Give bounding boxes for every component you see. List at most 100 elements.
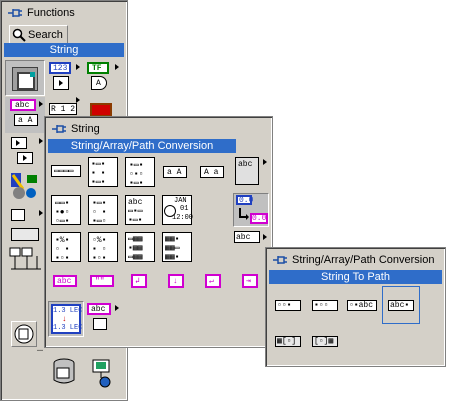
string-doc-icon <box>93 318 107 330</box>
search-button[interactable]: Search <box>9 25 68 44</box>
concatenate-icon: ▪▭▪ ▪ ▪ ▪▭▪ <box>88 157 118 187</box>
submenu-arrow-icon <box>263 159 267 165</box>
category-cell-database[interactable] <box>51 358 81 388</box>
magnifier-icon <box>12 28 26 42</box>
line-feed-item[interactable]: ↓ <box>159 269 195 295</box>
submenu-arrow-icon <box>115 305 119 311</box>
to-lower-case-item[interactable]: a A <box>159 155 195 189</box>
string-constant-group-item[interactable]: abc <box>233 155 269 191</box>
submenu-arrow-icon <box>263 234 267 240</box>
pin-icon[interactable] <box>51 122 67 136</box>
path-to-refnum-icon: [▫]▦ <box>312 336 338 347</box>
path-conversion-icon: abc <box>234 231 260 243</box>
category-cell-string[interactable]: abc a A <box>5 97 45 133</box>
search-replace-icon: ▪▭▪ ▫ ▪ ▪▭▫ <box>88 195 118 226</box>
replace-substring-icon: ▭▭▪ ▪●▫ ▫▭▪ <box>51 195 81 226</box>
match-pattern-item[interactable]: ▫%▪ ▪ ▫ ▪▫▪ <box>85 230 121 266</box>
conversion-section-bar: String To Path <box>269 270 442 284</box>
path-conversion-item[interactable]: abc <box>233 230 269 246</box>
line-feed-icon: ↓ <box>168 274 184 288</box>
number-conversion-icon: 0.0 <box>236 195 253 205</box>
conversion-title-bar[interactable]: String/Array/Path Conversion <box>269 251 442 269</box>
additional-string-functions-item[interactable]: abc <box>85 301 121 337</box>
spreadsheet-to-array-item[interactable]: ▭▦▦ ▪▦▦ ▭▦▦ <box>122 230 158 266</box>
string-title-bar[interactable]: String <box>48 120 269 138</box>
pin-icon[interactable] <box>7 6 23 20</box>
date-time-icon: JAN 01 12:00 <box>162 195 193 225</box>
string-constant-item[interactable]: abc <box>48 269 84 295</box>
category-cell-instrument-io[interactable] <box>5 245 45 275</box>
waveform-icon <box>11 228 39 241</box>
format-date-item[interactable]: abc ▭▪▭ ▪▭▪ <box>122 193 158 229</box>
scan-from-string-icon: ▪%▪ ▫ ▪ ▪▫▪ <box>51 232 81 263</box>
submenu-arrow-icon <box>76 64 80 70</box>
comparison-icon <box>11 137 27 149</box>
string-to-path-icon: ▫▫▪ <box>275 300 301 311</box>
category-cell-numeric[interactable] <box>5 60 45 96</box>
category-cell-timing[interactable] <box>5 169 45 205</box>
functions-title-bar[interactable]: Functions <box>4 4 124 22</box>
empty-string-item[interactable]: "" <box>85 269 121 295</box>
carriage-return-icon: ↲ <box>131 274 147 288</box>
case-icon: a A <box>14 114 38 126</box>
category-cell-boolean[interactable]: TF A <box>84 60 122 96</box>
spreadsheet-to-array-icon: ▭▦▦ ▪▦▦ ▭▦▦ <box>125 232 155 262</box>
search-replace-item[interactable]: ▪▭▪ ▫ ▪ ▪▭▫ <box>85 193 121 229</box>
database-icon <box>53 358 75 384</box>
string-length-item[interactable]: ▭▭▭▭ <box>48 155 84 189</box>
replace-substring-item[interactable]: ▭▭▪ ▪●▫ ▫▭▪ <box>48 193 84 229</box>
to-lower-case-icon: a A <box>163 166 187 178</box>
category-cell-numeric-const[interactable]: 123 <box>46 60 82 96</box>
submenu-arrow-icon <box>115 64 119 70</box>
string-length-icon: ▭▭▭▭ <box>51 165 81 177</box>
build-path-item[interactable]: ▫▪abc <box>345 288 381 322</box>
path-to-string-item[interactable]: ▪▫▫ <box>308 288 344 322</box>
string-subset-item[interactable]: ▪▭▪ ▫▪▫ ▪▭▪ <box>122 155 158 189</box>
string-palette: String String/Array/Path Conversion ▭▭▭▭… <box>44 116 273 348</box>
string-to-byte-array-item[interactable]: abc▪ <box>382 286 420 324</box>
select-vi-icon <box>14 324 34 344</box>
empty-string-icon: "" <box>90 275 114 287</box>
category-cell-connectivity[interactable] <box>89 358 119 390</box>
category-cell-comparison[interactable] <box>5 134 45 168</box>
and-icon: A <box>91 76 107 90</box>
more-ellipsis: … <box>37 344 44 355</box>
format-string-icon: abc ▭▪▭ ▪▭▪ <box>125 195 155 225</box>
numeric-constant-icon: 123 <box>49 62 71 74</box>
submenu-arrow-icon <box>76 97 80 103</box>
end-of-line-icon: ↵ <box>205 274 221 288</box>
string-subset-icon: ▪▭▪ ▫▪▫ ▪▭▪ <box>125 157 155 188</box>
conversion-subpalette-item[interactable]: 0.0 0.0 <box>233 193 269 227</box>
string-title: String <box>71 123 100 135</box>
scan-from-string-item[interactable]: ▪%▪ ▫ ▪ ▪▫▪ <box>48 230 84 266</box>
additional-conversion-item[interactable]: 1.3 LEC ↓ 1.3 LEC <box>48 301 84 337</box>
category-cell-waveform[interactable] <box>5 226 45 244</box>
path-to-refnum-item[interactable]: [▫]▦ <box>308 328 344 358</box>
tab-constant-item[interactable]: ⇥ <box>233 269 269 295</box>
date-time-string-item[interactable]: JAN 01 12:00 <box>159 193 195 229</box>
build-path-icon: ▫▪abc <box>347 300 377 311</box>
search-label: Search <box>28 28 63 41</box>
path-to-string-icon: ▪▫▫ <box>312 300 338 311</box>
conversion-arrow-icon <box>239 208 249 220</box>
concatenate-strings-item[interactable]: ▪▭▪ ▪ ▪ ▪▭▪ <box>85 155 121 189</box>
array-to-spreadsheet-icon: ▦▦▪ ▦▦▭ ▦▦▪ <box>162 232 192 262</box>
string-to-path-item[interactable]: ▫▫▪ <box>271 288 307 322</box>
array-to-spreadsheet-item[interactable]: ▦▦▪ ▦▦▭ ▦▦▪ <box>159 230 195 266</box>
match-pattern-icon: ▫%▪ ▪ ▫ ▪▫▪ <box>88 232 118 263</box>
conversion-title: String/Array/Path Conversion <box>292 254 435 266</box>
tab-constant-icon: ⇥ <box>242 274 258 288</box>
carriage-return-item[interactable]: ↲ <box>122 269 158 295</box>
to-upper-case-item[interactable]: A a <box>196 155 232 189</box>
instrument-io-icon <box>9 247 41 270</box>
select-vi-button[interactable] <box>11 321 37 347</box>
additional-conversion-icon: 1.3 LEC ↓ 1.3 LEC <box>51 304 82 334</box>
pin-icon[interactable] <box>272 253 288 267</box>
timing-icon <box>11 173 37 199</box>
category-cell-dialog[interactable] <box>5 206 45 226</box>
refnum-to-path-item[interactable]: ▦[▫] <box>271 328 307 358</box>
dialog-icon <box>11 209 25 221</box>
submenu-arrow-icon <box>39 210 43 216</box>
eol-item[interactable]: ↵ <box>196 269 232 295</box>
string-constant-icon: abc <box>10 99 36 111</box>
